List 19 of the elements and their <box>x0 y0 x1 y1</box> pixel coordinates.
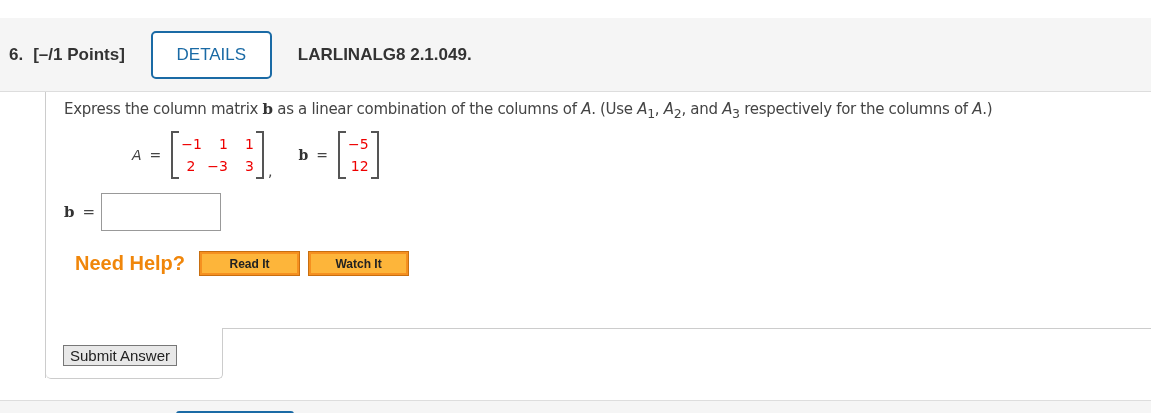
help-button[interactable]: Watch It <box>308 251 410 276</box>
problem-id: LARLINALG8 2.1.049. <box>297 44 472 65</box>
matrix-label: A <box>132 147 142 163</box>
comma: , <box>267 163 273 179</box>
details-button[interactable]: DETAILS <box>150 30 272 79</box>
equals-sign: = <box>316 147 328 163</box>
submit-answer-button[interactable]: Submit Answer <box>63 345 178 366</box>
answer-label: b <box>64 203 75 221</box>
equals-sign: = <box>149 147 162 163</box>
question-text: Express the column matrix b as a linear combination of the columns of A. (Use A$_{1}$, A$_{2}$, and A$_{3}$ respectively for the columns of A.) <box>64 100 994 121</box>
matrix-label: b <box>298 147 309 163</box>
answer-field[interactable] <box>101 193 222 231</box>
matrix: −1 1 1 2 −3 3 <box>171 131 264 179</box>
need-help-label: Need Help? <box>75 252 186 275</box>
help-button[interactable]: Read It <box>199 251 301 276</box>
points-label: [–/1 Points] <box>33 44 125 65</box>
equals-sign: = <box>82 203 96 221</box>
question-number: 6. <box>9 44 24 65</box>
matrix: −5 12 <box>337 131 379 179</box>
